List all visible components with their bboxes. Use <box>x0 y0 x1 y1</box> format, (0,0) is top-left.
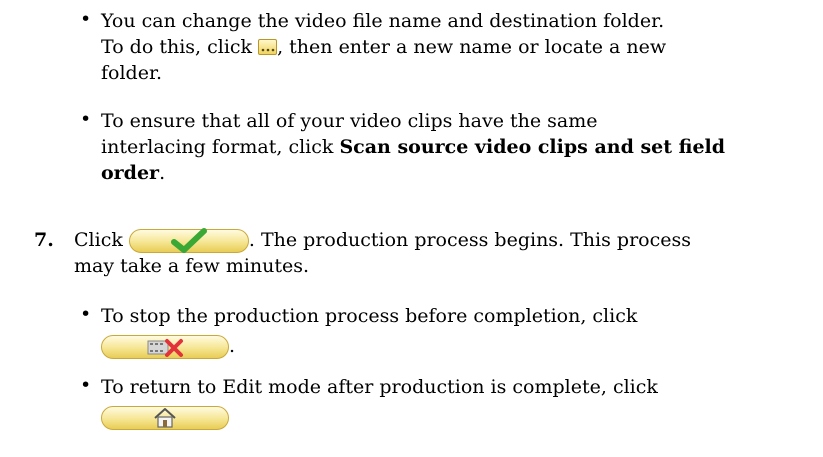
text-line: To return to Edit mode after production … <box>101 376 658 398</box>
home-button[interactable] <box>101 406 229 430</box>
filmstrip-x-icon <box>147 339 183 357</box>
text-line: You can change the video file name and d… <box>101 10 665 32</box>
bullet-marker: • <box>80 108 92 130</box>
text-line: interlacing format, click Scan source vi… <box>101 134 725 160</box>
bullet-stop-production: To stop the production process before co… <box>101 303 637 359</box>
text-span: interlacing format, click <box>101 136 340 158</box>
text-line: To do this, click , then enter a new nam… <box>101 34 666 60</box>
text-line: order. <box>101 160 725 186</box>
bullet-change-filename: You can change the video file name and d… <box>101 8 666 86</box>
text-span: Click <box>74 229 129 251</box>
bold-command: order <box>101 162 160 184</box>
text-line: may take a few minutes. <box>74 255 310 277</box>
text-line: . <box>101 333 637 359</box>
text-span: , then enter a new name or locate a new <box>277 36 667 58</box>
text-line: To stop the production process before co… <box>101 305 638 327</box>
text-span: . The production process begins. This pr… <box>248 229 691 251</box>
bullet-marker: • <box>80 303 92 325</box>
text-span: . <box>159 162 166 184</box>
text-line: Click . The production process begins. T… <box>74 227 691 253</box>
green-checkmark-icon <box>170 228 207 253</box>
text-line: folder. <box>101 62 162 84</box>
text-span: . <box>229 335 236 357</box>
browse-button[interactable] <box>258 39 278 55</box>
produce-button[interactable] <box>128 228 249 253</box>
step-number: 7. <box>34 229 54 251</box>
bullet-marker: • <box>80 374 92 396</box>
bullet-scan-source: To ensure that all of your video clips h… <box>101 108 725 186</box>
step-7: Click . The production process begins. T… <box>74 227 691 279</box>
text-span: To do this, click <box>101 36 259 58</box>
bullet-marker: • <box>80 8 92 30</box>
text-line <box>101 404 658 430</box>
bullet-return-edit: To return to Edit mode after production … <box>101 374 658 430</box>
house-icon <box>154 408 176 428</box>
stop-production-button[interactable] <box>101 335 229 359</box>
text-line: To ensure that all of your video clips h… <box>101 110 598 132</box>
bold-command: Scan source video clips and set field <box>339 136 726 158</box>
